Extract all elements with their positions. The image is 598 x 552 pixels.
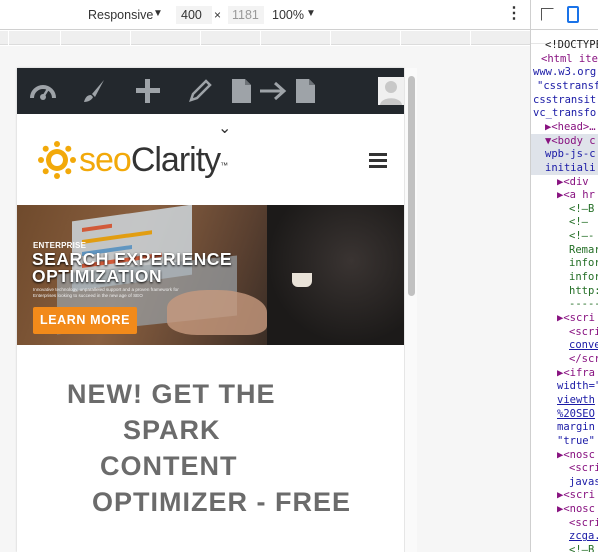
hero-cup-image <box>292 273 312 287</box>
dom-tree-node[interactable]: <html ite <box>541 52 598 66</box>
viewport-width-input[interactable]: 400 <box>176 6 212 24</box>
dom-tree-node[interactable]: initiali <box>531 160 598 175</box>
dom-tree-node[interactable]: wpb-js-c <box>531 147 598 162</box>
hero-title-line2: OPTIMIZATION <box>32 266 163 286</box>
dom-tree-node[interactable]: "csstransf <box>537 79 598 93</box>
device-toolbar: Responsive ▼ 400 × 1181 100% ▼ ⋮ <box>0 0 530 30</box>
scrollbar-thumb[interactable] <box>408 76 415 296</box>
device-toggle-icon[interactable] <box>567 6 579 23</box>
dom-tree-node[interactable]: "true" <box>557 434 595 448</box>
devtools-panel: <!DOCTYPE <html ite www.w3.org "csstransf cs… <box>530 0 598 552</box>
inspect-element-icon[interactable] <box>541 8 554 21</box>
preset-caret-icon[interactable]: ▼ <box>153 8 163 19</box>
dom-tree-node[interactable]: <!—- <box>569 229 594 243</box>
dom-tree-node[interactable]: vc_transfo <box>533 106 596 120</box>
dom-tree-node[interactable]: csstransit <box>533 93 596 107</box>
logo-wordmark: seoClarity™ <box>79 140 228 180</box>
hero-banner: ENTERPRISE SEARCH EXPERIENCE OPTIMIZATIO… <box>17 205 404 345</box>
wp-admin-bar <box>17 68 404 114</box>
arrow-right-icon[interactable] <box>259 78 287 104</box>
dom-tree-node[interactable]: <!—B <box>569 543 594 552</box>
logo-seo-text: seo <box>79 141 132 179</box>
more-options-icon[interactable]: ⋮ <box>506 6 522 22</box>
dom-tree-node[interactable]: <!— <box>569 215 588 229</box>
dom-tree-node[interactable]: www.w3.org <box>533 65 596 79</box>
dom-tree-node[interactable]: infor <box>569 256 598 270</box>
dom-tree-node[interactable]: ▶<scri <box>557 488 595 502</box>
dom-tree-node[interactable]: <scri <box>569 325 598 339</box>
plus-icon[interactable] <box>134 78 162 104</box>
dom-tree-node[interactable]: Remar <box>569 243 598 257</box>
dom-tree-node[interactable]: infor <box>569 270 598 284</box>
devtools-toolbar <box>531 0 598 30</box>
emulated-viewport: ⌄ seoClarity™ ENTERPRISE SEARCH EXPERIEN… <box>17 68 404 552</box>
dom-tree-node[interactable]: http: <box>569 284 598 298</box>
dom-tree-node[interactable]: ▶<ifra <box>557 366 595 380</box>
learn-more-button[interactable]: LEARN MORE <box>33 307 137 334</box>
dom-tree-node[interactable]: <!DOCTYPE <box>545 38 598 52</box>
hamburger-menu-icon[interactable] <box>369 153 387 168</box>
dashboard-icon[interactable] <box>29 78 57 104</box>
zoom-caret-icon[interactable]: ▼ <box>306 8 316 19</box>
viewport-height-input[interactable]: 1181 <box>228 6 264 24</box>
logo-trademark: ™ <box>220 161 228 170</box>
dom-tree-node[interactable]: width=" <box>557 379 598 393</box>
dom-tree-node[interactable]: ▶<nosc <box>557 448 595 462</box>
dom-tree-node[interactable]: ▶<scri <box>557 311 595 325</box>
device-preset-select[interactable]: Responsive <box>88 8 153 22</box>
hero-blurb: Innovative technology, unparalleled supp… <box>33 287 179 298</box>
hero-title: SEARCH EXPERIENCE OPTIMIZATION <box>32 250 232 286</box>
promo-headline-line2: SPARK <box>123 415 221 445</box>
dom-tree-node[interactable]: javas <box>569 475 598 489</box>
dom-tree-node[interactable]: </scr <box>569 352 598 366</box>
dom-tree-node[interactable]: <scri <box>569 461 598 475</box>
pencil-icon[interactable] <box>187 78 213 104</box>
promo-headline-line4: OPTIMIZER - FREE <box>92 487 351 517</box>
promo-headline-line1: NEW! GET THE <box>67 379 276 409</box>
dom-tree-node[interactable]: margin <box>557 420 595 434</box>
logo-clarity-text: Clarity <box>130 141 221 179</box>
brush-icon[interactable] <box>81 78 107 104</box>
media-query-ruler[interactable] <box>0 31 530 45</box>
page-icon[interactable] <box>231 78 253 104</box>
device-stage: ⌄ seoClarity™ ENTERPRISE SEARCH EXPERIEN… <box>0 46 530 552</box>
dom-tree-node[interactable]: ▶<a hr <box>557 188 595 202</box>
dom-tree-node[interactable]: conve <box>569 338 598 352</box>
dom-tree-node[interactable]: zcga. <box>569 529 598 543</box>
dom-tree-node[interactable]: ▶<nosc <box>557 502 595 516</box>
user-avatar-icon[interactable] <box>378 77 404 105</box>
viewport-scrollbar[interactable] <box>404 68 417 552</box>
promo-headline-line3: CONTENT <box>100 451 238 481</box>
dom-tree-node[interactable]: %20SEO <box>557 407 595 421</box>
sun-logo-icon <box>38 141 76 179</box>
dom-tree-node[interactable]: ----- <box>569 297 598 311</box>
page-icon[interactable] <box>295 78 317 104</box>
zoom-select[interactable]: 100% <box>272 8 304 22</box>
dom-tree-node[interactable]: <!—B <box>569 202 594 216</box>
dom-tree-node[interactable]: <scri <box>569 516 598 530</box>
dom-tree-node[interactable]: ▶<div <box>557 175 589 189</box>
dom-tree-node[interactable]: ▶<head>… <box>545 120 596 134</box>
dom-tree-node[interactable]: viewth <box>557 393 595 407</box>
dimension-separator: × <box>214 8 222 22</box>
dom-tree-node[interactable]: ▼<body c <box>531 133 598 148</box>
collapse-chevron-icon[interactable]: ⌄ <box>218 118 231 138</box>
hero-person-image <box>267 205 404 345</box>
